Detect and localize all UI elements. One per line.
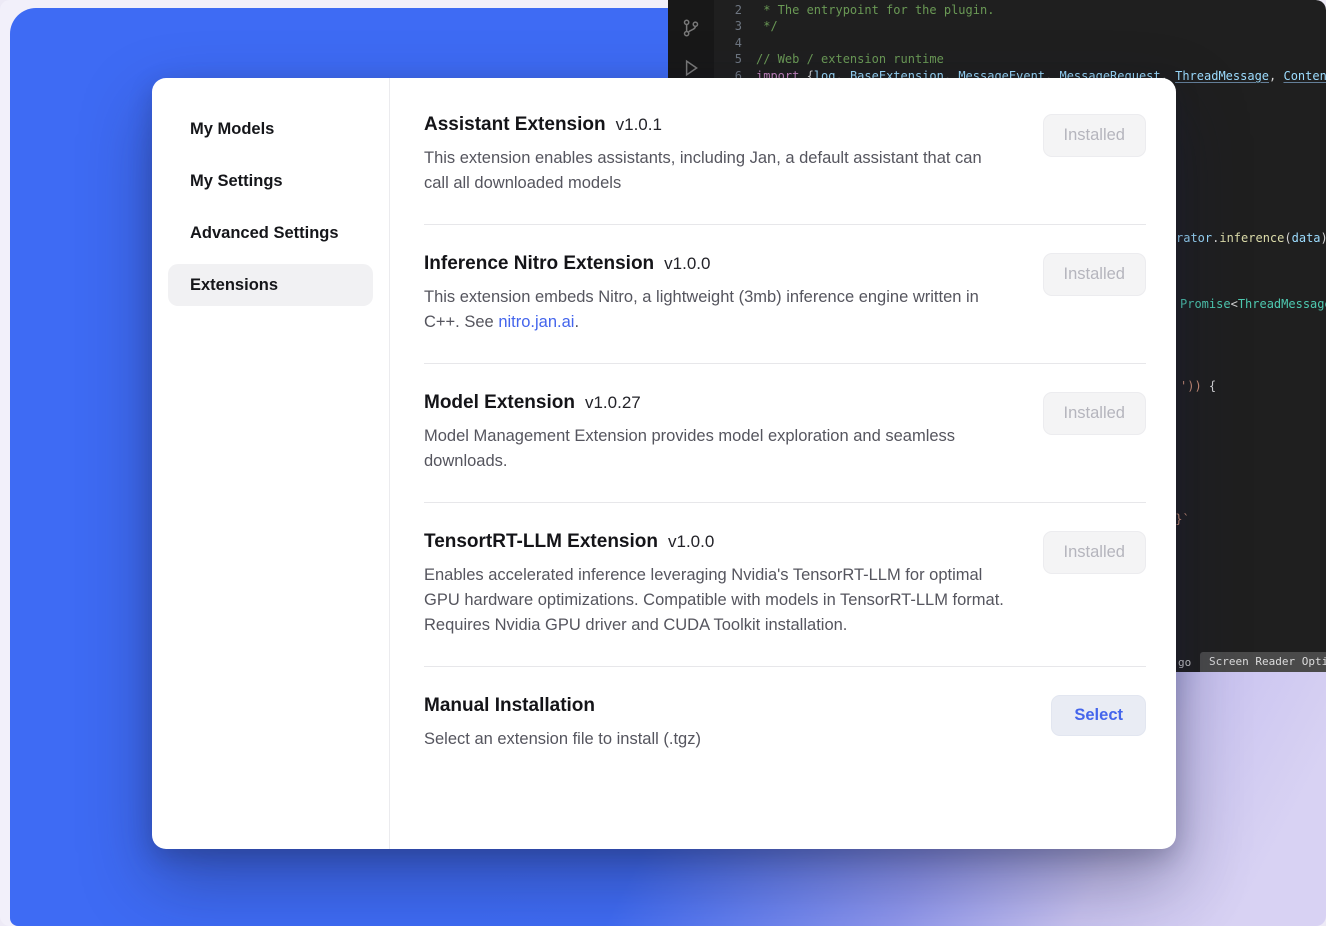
code-fragment: rator.inference(data)); xyxy=(1176,230,1326,246)
code-line-comment: // Web / extension runtime xyxy=(756,51,944,67)
extension-info: Inference Nitro Extension v1.0.0 This ex… xyxy=(424,253,1009,335)
extension-title-row: Manual Installation xyxy=(424,695,701,717)
extension-card-assistant: Assistant Extension v1.0.1 This extensio… xyxy=(424,108,1146,225)
sidebar-item-my-settings[interactable]: My Settings xyxy=(168,160,373,202)
sidebar-item-my-models[interactable]: My Models xyxy=(168,108,373,150)
extension-info: Model Extension v1.0.27 Model Management… xyxy=(424,392,1009,474)
description-text: . xyxy=(574,313,579,331)
line-number: 2 xyxy=(698,2,742,18)
extension-card-tensorrt-llm: TensortRT-LLM Extension v1.0.0 Enables a… xyxy=(424,503,1146,667)
code-token: data xyxy=(1292,231,1321,245)
extension-title-row: TensortRT-LLM Extension v1.0.0 xyxy=(424,531,1009,553)
sidebar-item-extensions[interactable]: Extensions xyxy=(168,264,373,306)
installed-button[interactable]: Installed xyxy=(1043,253,1146,296)
code-token: rator xyxy=(1176,231,1212,245)
extension-name: Assistant Extension xyxy=(424,114,606,136)
manual-installation-section: Manual Installation Select an extension … xyxy=(424,667,1146,772)
code-fragment: Promise<ThreadMessage> xyxy=(1180,296,1326,312)
extension-card-model: Model Extension v1.0.27 Model Management… xyxy=(424,364,1146,503)
extension-description: Model Management Extension provides mode… xyxy=(424,424,1009,474)
extension-card-inference-nitro: Inference Nitro Extension v1.0.0 This ex… xyxy=(424,225,1146,364)
extension-title-row: Model Extension v1.0.27 xyxy=(424,392,1009,414)
code-line-comment: */ xyxy=(756,18,778,34)
code-line-comment: * The entrypoint for the plugin. xyxy=(756,2,994,18)
extension-version: v1.0.1 xyxy=(616,115,662,135)
extension-name: Inference Nitro Extension xyxy=(424,253,654,275)
code-token: )); xyxy=(1321,231,1326,245)
line-number: 4 xyxy=(698,35,742,51)
code-token: ')) xyxy=(1180,379,1209,393)
extension-title-row: Assistant Extension v1.0.1 xyxy=(424,114,1009,136)
extension-version: v1.0.0 xyxy=(668,532,714,552)
nitro-jan-ai-link[interactable]: nitro.jan.ai xyxy=(498,313,574,331)
extension-description: This extension embeds Nitro, a lightweig… xyxy=(424,285,1009,335)
extensions-panel: Assistant Extension v1.0.1 This extensio… xyxy=(390,78,1176,849)
settings-sidebar: My Models My Settings Advanced Settings … xyxy=(152,78,390,849)
extension-description: This extension enables assistants, inclu… xyxy=(424,146,1009,196)
screen-reader-status-tab[interactable]: Screen Reader Optimized xyxy=(1200,652,1326,672)
code-token: inference xyxy=(1219,231,1284,245)
installed-button[interactable]: Installed xyxy=(1043,392,1146,435)
code-token: ContentType xyxy=(1283,69,1326,83)
extension-info: Manual Installation Select an extension … xyxy=(424,695,701,752)
line-number: 3 xyxy=(698,18,742,34)
extension-title-row: Inference Nitro Extension v1.0.0 xyxy=(424,253,1009,275)
code-token: ThreadMessage xyxy=(1175,69,1269,83)
status-bar-text: go xyxy=(1178,655,1191,671)
installed-button[interactable]: Installed xyxy=(1043,531,1146,574)
code-token: , xyxy=(1269,69,1283,83)
manual-installation-description: Select an extension file to install (.tg… xyxy=(424,727,701,752)
code-token: < xyxy=(1231,297,1238,311)
extension-info: Assistant Extension v1.0.1 This extensio… xyxy=(424,114,1009,196)
code-token: Promise xyxy=(1180,297,1231,311)
extension-info: TensortRT-LLM Extension v1.0.0 Enables a… xyxy=(424,531,1009,638)
line-number: 5 xyxy=(698,51,742,67)
select-file-button[interactable]: Select xyxy=(1051,695,1146,736)
extension-name: TensortRT-LLM Extension xyxy=(424,531,658,553)
code-token: { xyxy=(1209,379,1216,393)
screenshot-root: 2 3 4 5 6 * The entrypoint for the plugi… xyxy=(0,0,1326,926)
installed-button[interactable]: Installed xyxy=(1043,114,1146,157)
extension-version: v1.0.0 xyxy=(664,254,710,274)
code-fragment: ')) { xyxy=(1180,378,1216,394)
extension-version: v1.0.27 xyxy=(585,393,641,413)
manual-installation-title: Manual Installation xyxy=(424,695,595,717)
code-token: ( xyxy=(1284,231,1291,245)
extension-name: Model Extension xyxy=(424,392,575,414)
sidebar-item-advanced-settings[interactable]: Advanced Settings xyxy=(168,212,373,254)
code-token: ThreadMessage xyxy=(1238,297,1326,311)
extension-description: Enables accelerated inference leveraging… xyxy=(424,563,1009,638)
settings-modal: My Models My Settings Advanced Settings … xyxy=(152,78,1176,849)
